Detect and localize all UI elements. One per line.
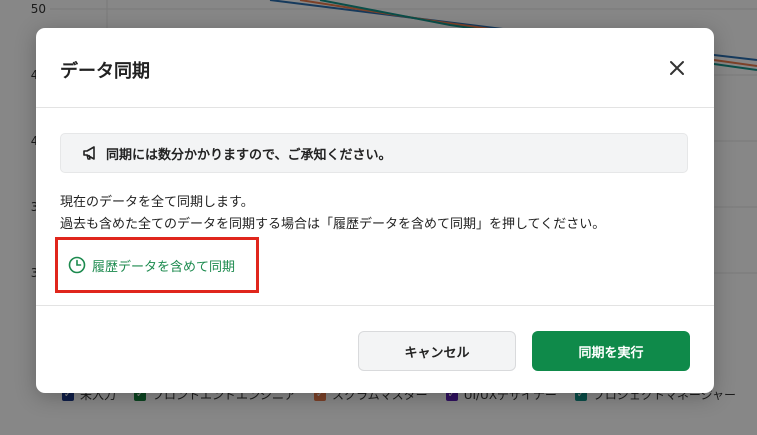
notice-text: 同期には数分かかりますので、ご承知ください。 (106, 147, 392, 163)
sync-with-history-label: 履歴データを含めて同期 (92, 259, 236, 275)
description-line: 現在のデータを全て同期します。 (60, 195, 254, 210)
dialog-footer: キャンセル 同期を実行 (36, 305, 714, 393)
sync-dialog: データ同期 同期には数分かかりますので、ご承知ください。 現在のデータを全て同期… (36, 28, 714, 393)
dialog-header: データ同期 (36, 28, 714, 108)
dialog-description: 現在のデータを全て同期します。 過去も含めた全てのデータを同期する場合は「履歴デ… (60, 192, 605, 236)
cancel-button[interactable]: キャンセル (358, 331, 516, 371)
sync-with-history-link[interactable]: 履歴データを含めて同期 (55, 237, 259, 293)
clock-icon (68, 256, 86, 274)
megaphone-icon (81, 144, 99, 162)
run-sync-button[interactable]: 同期を実行 (532, 331, 690, 371)
description-line: 過去も含めた全てのデータを同期する場合は「履歴データを含めて同期」を押してくださ… (60, 217, 606, 232)
dialog-title: データ同期 (60, 61, 150, 82)
close-icon (670, 61, 684, 75)
notice-banner: 同期には数分かかりますので、ご承知ください。 (60, 133, 688, 173)
close-button[interactable] (668, 59, 686, 77)
